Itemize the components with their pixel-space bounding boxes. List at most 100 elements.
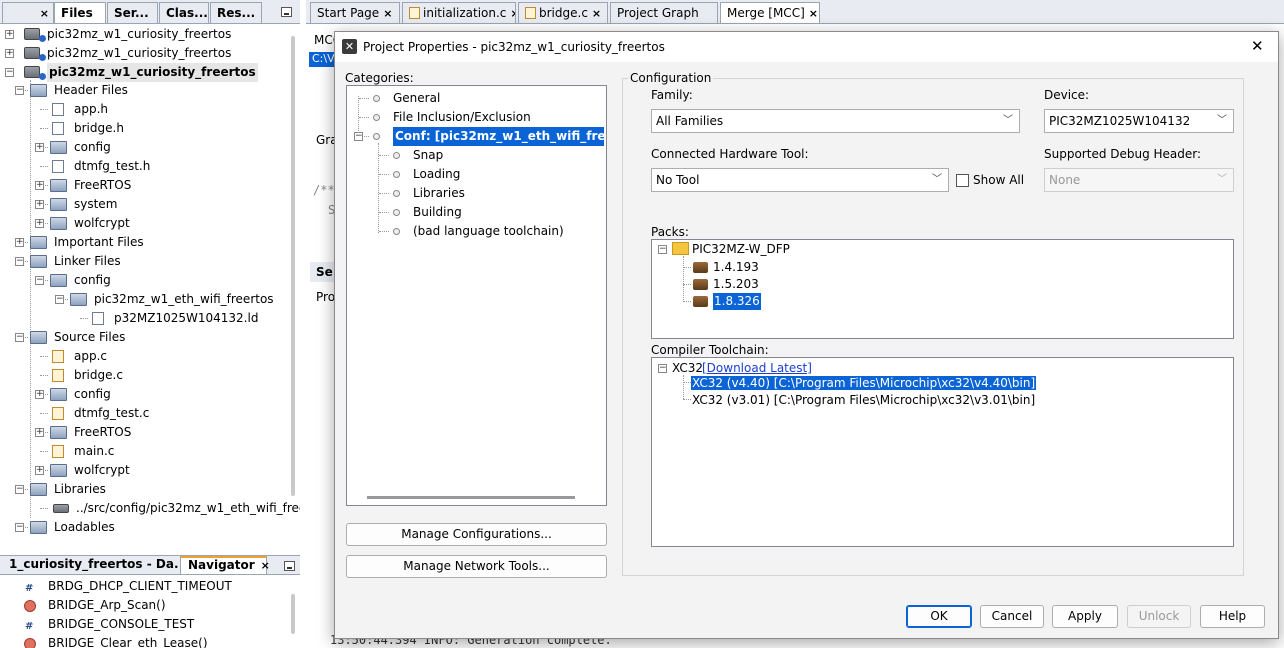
compiler-item[interactable]: XC32 (v3.01) [C:\Program Files\Microchip… — [692, 393, 1035, 407]
expand-icon[interactable]: + — [35, 143, 44, 152]
family-select[interactable]: All Families ﹀ — [651, 109, 1020, 133]
tree-folder[interactable]: − Header Files — [0, 81, 290, 100]
tree-file[interactable]: dtmfg_test.h — [0, 157, 290, 176]
category-item[interactable]: − Conf: [pic32mz_w1_eth_wifi_freertos] — [347, 127, 606, 146]
manage-network-tools-button[interactable]: Manage Network Tools... — [346, 555, 607, 578]
expand-icon[interactable]: + — [5, 49, 14, 58]
show-all-checkbox[interactable] — [956, 174, 969, 187]
collapse-icon[interactable]: − — [658, 364, 667, 373]
tree-folder[interactable]: + config — [0, 138, 290, 157]
category-item[interactable]: Building — [347, 203, 606, 222]
pack-version[interactable]: 1.8.326 — [652, 293, 1232, 310]
tree-file[interactable]: bridge.c — [0, 366, 290, 385]
tree-file[interactable]: app.c — [0, 347, 290, 366]
editor-tab[interactable]: bridge.c × — [518, 2, 608, 23]
expand-icon[interactable]: + — [35, 390, 44, 399]
tree-file[interactable]: bridge.h — [0, 119, 290, 138]
collapse-icon[interactable]: − — [5, 68, 14, 77]
expand-icon[interactable]: + — [35, 219, 44, 228]
tree-folder[interactable]: − Libraries — [0, 480, 290, 499]
expand-icon[interactable]: + — [35, 428, 44, 437]
pack-version[interactable]: 1.4.193 — [652, 259, 1232, 276]
tree-file[interactable]: main.c — [0, 442, 290, 461]
collapse-icon[interactable]: − — [15, 257, 24, 266]
expand-icon[interactable]: + — [35, 181, 44, 190]
minimize-icon[interactable] — [281, 7, 292, 17]
help-button[interactable]: Help — [1200, 605, 1265, 628]
close-icon[interactable]: × — [383, 7, 392, 20]
collapse-icon[interactable]: − — [15, 485, 24, 494]
expand-icon[interactable]: + — [15, 238, 24, 247]
category-item[interactable]: General — [347, 89, 606, 108]
project-node[interactable]: − pic32mz_w1_curiosity_freertos — [0, 63, 290, 82]
tree-folder[interactable]: − Loadables — [0, 518, 290, 537]
close-icon[interactable]: × — [510, 7, 515, 20]
tree-folder[interactable]: + system — [0, 195, 290, 214]
tree-folder[interactable]: + wolfcrypt — [0, 214, 290, 233]
navigator-item[interactable]: # BRIDGE_CONSOLE_TEST — [0, 615, 290, 634]
editor-tab[interactable]: Project Graph — [610, 2, 718, 23]
close-icon[interactable]: × — [40, 7, 49, 20]
collapse-icon[interactable]: − — [658, 245, 667, 254]
expand-icon[interactable]: + — [35, 466, 44, 475]
tree-folder[interactable]: + FreeRTOS — [0, 423, 290, 442]
project-node[interactable]: + pic32mz_w1_curiosity_freertos — [0, 25, 290, 44]
tab-unnamed-close[interactable]: × — [2, 2, 54, 23]
editor-tab[interactable]: initialization.c× — [402, 2, 516, 23]
editor-tab[interactable]: Start Page × — [310, 2, 400, 23]
download-latest-link[interactable]: [Download Latest] — [702, 361, 812, 375]
tree-folder[interactable]: − Source Files — [0, 328, 290, 347]
collapse-icon[interactable]: − — [35, 276, 44, 285]
close-icon[interactable]: ✕ — [1251, 37, 1264, 55]
device-select[interactable]: PIC32MZ1025W104132 ﹀ — [1044, 109, 1234, 133]
tab-resources[interactable]: Res... — [210, 2, 262, 23]
tree-folder[interactable]: − pic32mz_w1_eth_wifi_freertos — [0, 290, 290, 309]
close-icon[interactable]: × — [592, 7, 601, 20]
collapse-icon[interactable]: − — [55, 295, 64, 304]
hardware-tool-select[interactable]: No Tool ﹀ — [651, 168, 949, 192]
tree-folder[interactable]: + config — [0, 385, 290, 404]
collapse-icon[interactable]: − — [15, 86, 24, 95]
tree-file[interactable]: p32MZ1025W104132.ld — [0, 309, 290, 328]
navigator-item[interactable]: # BRDG_DHCP_CLIENT_TIMEOUT — [0, 577, 290, 596]
category-item[interactable]: Loading — [347, 165, 606, 184]
tree-folder[interactable]: + wolfcrypt — [0, 461, 290, 480]
expand-icon[interactable]: + — [35, 200, 44, 209]
apply-button[interactable]: Apply — [1052, 605, 1118, 628]
project-node[interactable]: + pic32mz_w1_curiosity_freertos — [0, 44, 290, 63]
editor-tab[interactable]: Merge [MCC] × — [720, 2, 820, 23]
cancel-button[interactable]: Cancel — [980, 605, 1044, 628]
navigator-item[interactable]: BRIDGE_Clear_eth_Lease() — [0, 634, 290, 648]
tree-file[interactable]: ../src/config/pic32mz_w1_eth_wifi_free — [0, 499, 300, 518]
category-item[interactable]: File Inclusion/Exclusion — [347, 108, 606, 127]
navigator-item[interactable]: BRIDGE_Arp_Scan() — [0, 596, 290, 615]
collapse-icon[interactable]: − — [15, 523, 24, 532]
tab-dashboard[interactable]: 1_curiosity_freertos - Da... — [3, 557, 178, 575]
category-item[interactable]: Libraries — [347, 184, 606, 203]
scrollbar[interactable] — [367, 496, 575, 499]
expand-icon[interactable]: + — [5, 30, 14, 39]
tab-navigator[interactable]: Navigator × — [180, 556, 270, 575]
compiler-item[interactable]: XC32 (v4.40) [C:\Program Files\Microchip… — [691, 376, 1037, 390]
tab-classes[interactable]: Clas... — [159, 2, 209, 23]
tree-folder[interactable]: + Important Files — [0, 233, 290, 252]
tree-folder[interactable]: − config — [0, 271, 290, 290]
manage-configurations-button[interactable]: Manage Configurations... — [346, 523, 607, 546]
category-item[interactable]: Snap — [347, 146, 606, 165]
tab-services[interactable]: Ser... — [107, 2, 158, 23]
pack-version[interactable]: 1.5.203 — [652, 276, 1232, 293]
tree-folder[interactable]: − Linker Files — [0, 252, 290, 271]
category-item[interactable]: (bad language toolchain) — [347, 222, 606, 241]
collapse-icon[interactable]: − — [354, 132, 363, 141]
tree-file[interactable]: dtmfg_test.c — [0, 404, 290, 423]
tab-files[interactable]: Files — [54, 2, 106, 23]
ok-button[interactable]: OK — [906, 605, 972, 628]
close-icon[interactable]: × — [809, 7, 818, 20]
tree-folder[interactable]: + FreeRTOS — [0, 176, 290, 195]
tree-file[interactable]: app.h — [0, 100, 290, 119]
scrollbar[interactable] — [291, 594, 295, 634]
scrollbar[interactable] — [291, 36, 295, 496]
minimize-icon[interactable] — [284, 561, 295, 571]
collapse-icon[interactable]: − — [15, 333, 24, 342]
close-icon[interactable]: × — [261, 559, 270, 572]
